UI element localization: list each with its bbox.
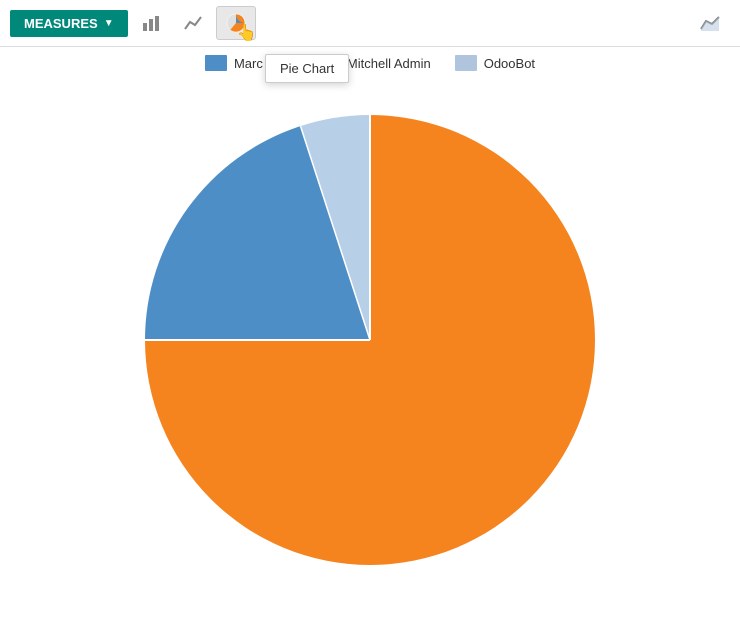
line-chart-icon bbox=[183, 13, 203, 33]
legend-label-odoobot: OdooBot bbox=[484, 56, 535, 71]
legend-label-mitchell: Mitchell Admin bbox=[347, 56, 431, 71]
toolbar: MEASURES ▼ 👆 bbox=[0, 0, 740, 47]
tooltip-label: Pie Chart bbox=[280, 61, 334, 76]
pie-chart-icon bbox=[225, 12, 247, 34]
legend-item-odoobot: OdooBot bbox=[455, 55, 535, 71]
bar-chart-icon bbox=[141, 13, 161, 33]
chevron-down-icon: ▼ bbox=[104, 18, 114, 29]
chart-legend: Marc Dem Mitchell Admin OdooBot bbox=[0, 47, 740, 75]
pie-chart-svg bbox=[110, 85, 630, 575]
measures-button[interactable]: MEASURES ▼ bbox=[10, 10, 128, 37]
area-chart-icon bbox=[699, 13, 721, 33]
bar-chart-button[interactable] bbox=[132, 7, 170, 39]
toolbar-right bbox=[690, 7, 730, 39]
line-chart-button[interactable] bbox=[174, 7, 212, 39]
area-chart-button[interactable] bbox=[690, 7, 730, 39]
legend-color-marc bbox=[205, 55, 227, 71]
pie-chart-tooltip: Pie Chart bbox=[265, 54, 349, 83]
chart-area bbox=[0, 75, 740, 575]
legend-color-odoobot bbox=[455, 55, 477, 71]
measures-label: MEASURES bbox=[24, 16, 98, 31]
pie-chart-button[interactable]: 👆 bbox=[216, 6, 256, 40]
